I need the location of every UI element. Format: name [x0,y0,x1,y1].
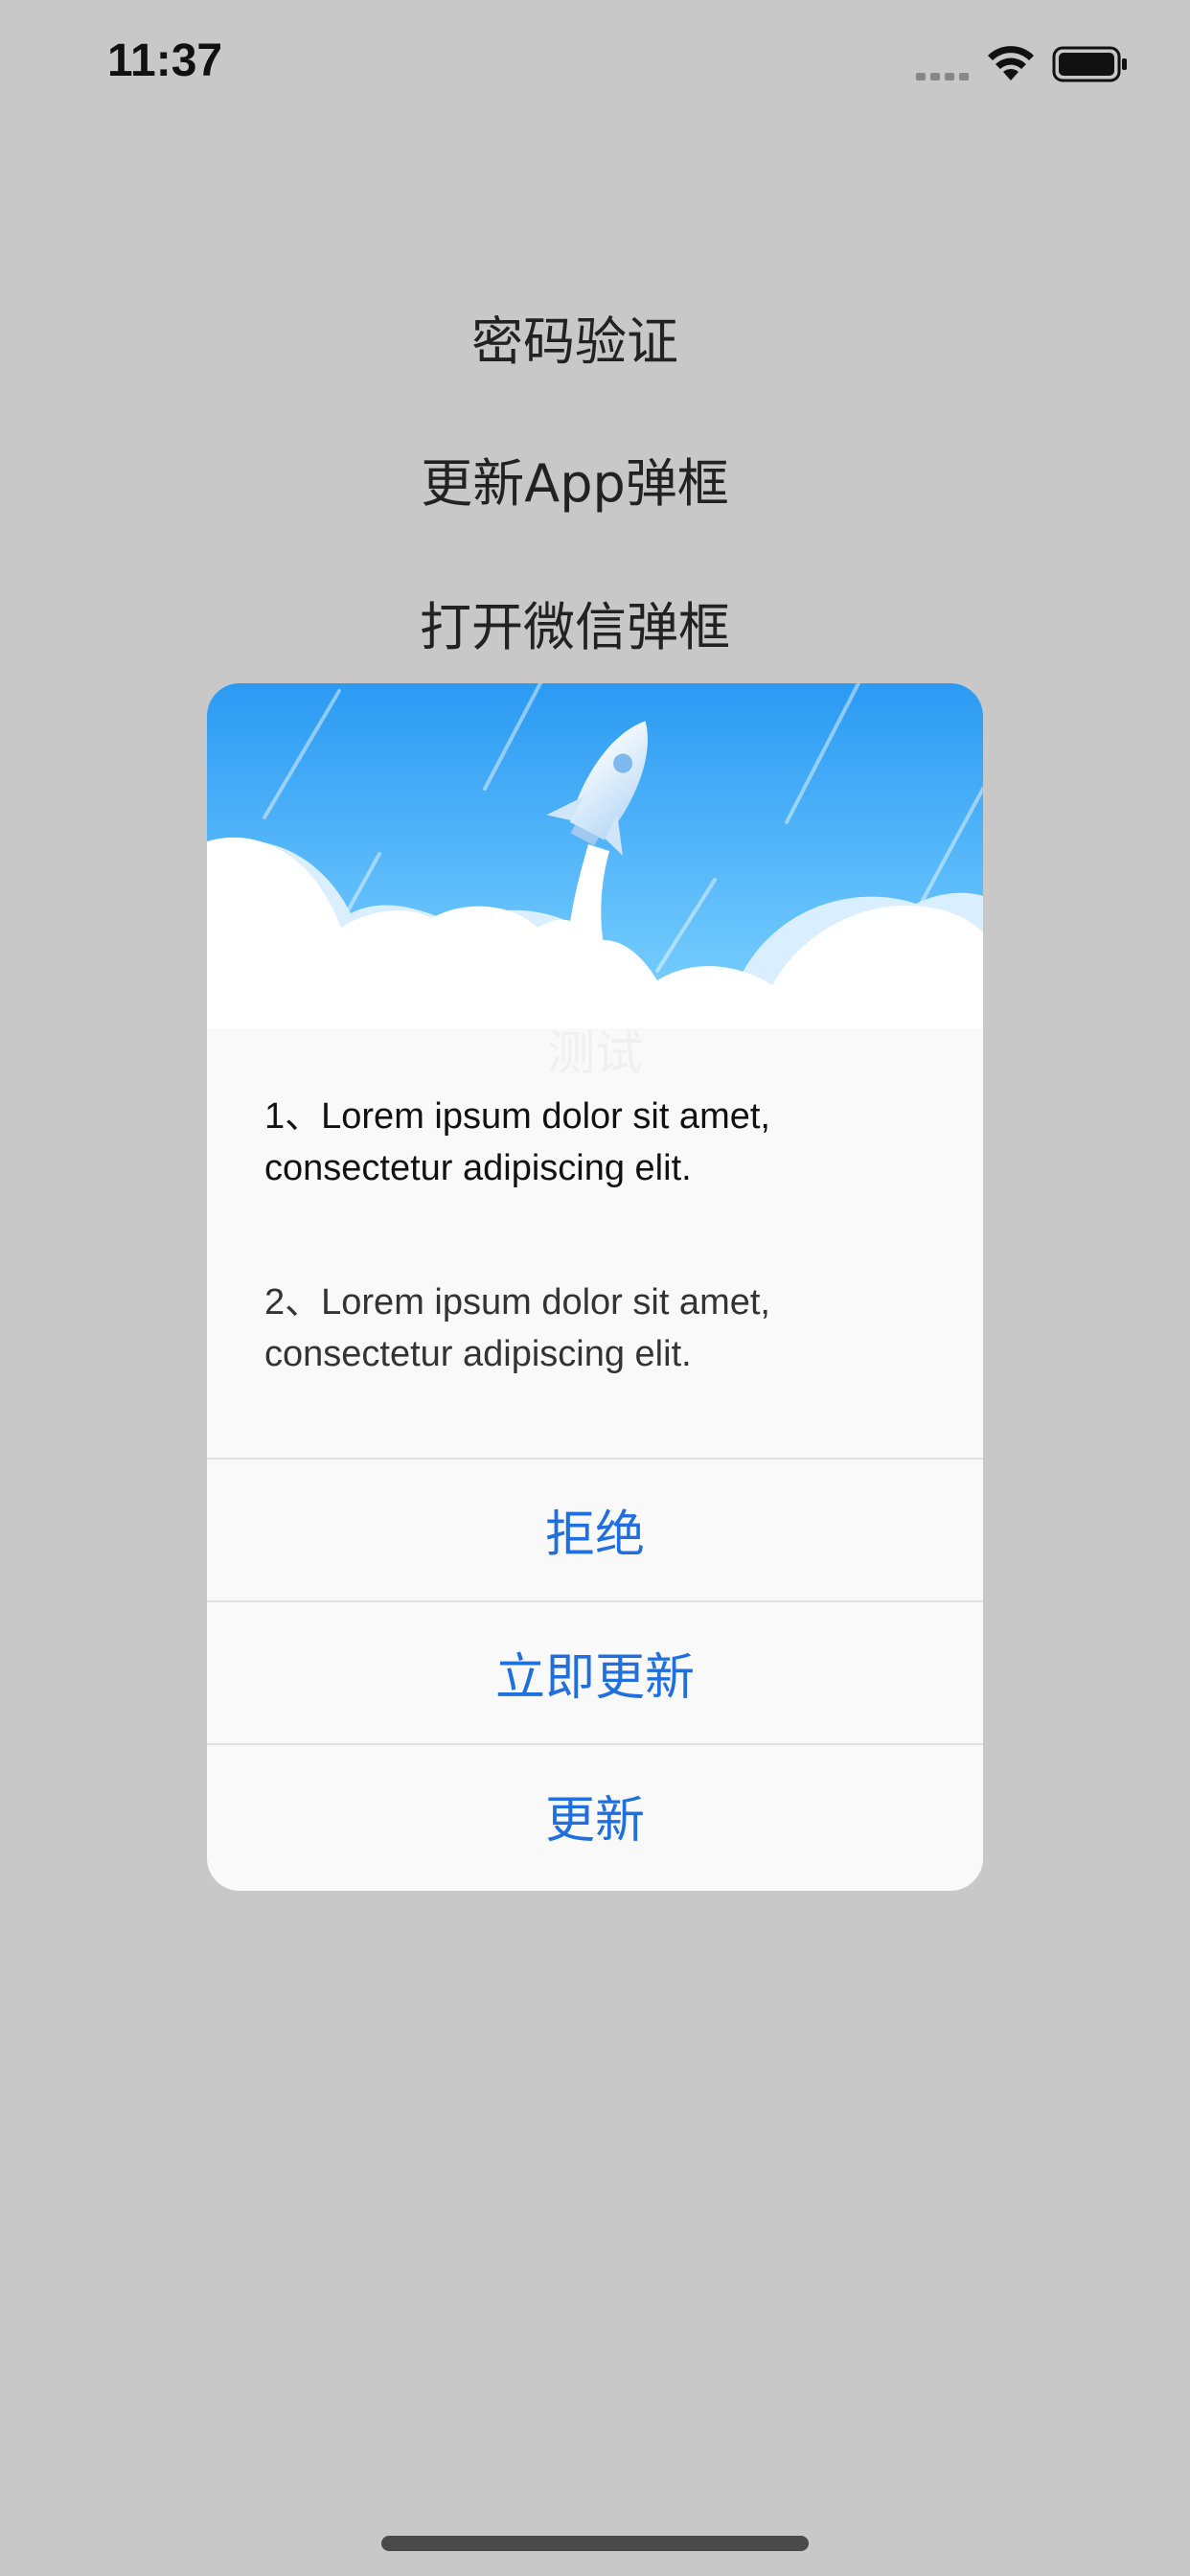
content-item: 2、Lorem ipsum dolor sit amet, consectetu… [264,1282,770,1374]
battery-icon [1052,46,1127,82]
update-dialog: 测试 1、Lorem ipsum dolor sit amet, consect… [207,683,983,1891]
home-indicator[interactable] [381,2536,809,2551]
menu-item-update-app-dialog[interactable]: 更新App弹框 [0,441,1150,517]
status-bar: 11:37 [0,0,1190,134]
dialog-actions: 拒绝 立即更新 更新 [207,1458,983,1886]
reject-button[interactable]: 拒绝 [207,1458,983,1600]
update-now-button[interactable]: 立即更新 [207,1600,983,1743]
dialog-content: 1、Lorem ipsum dolor sit amet, consectetu… [264,1091,935,1380]
dialog-title: 测试 [547,1025,643,1081]
rocket-launch-illustration [207,683,983,1028]
status-time: 11:37 [107,35,223,86]
wifi-icon [988,46,1034,80]
content-item: 1、Lorem ipsum dolor sit amet, consectetu… [264,1096,770,1188]
menu-item-password-verify[interactable]: 密码验证 [0,299,1150,375]
signal-icon [916,73,969,80]
update-button[interactable]: 更新 [207,1743,983,1886]
menu-item-open-wechat-dialog[interactable]: 打开微信弹框 [0,585,1150,660]
